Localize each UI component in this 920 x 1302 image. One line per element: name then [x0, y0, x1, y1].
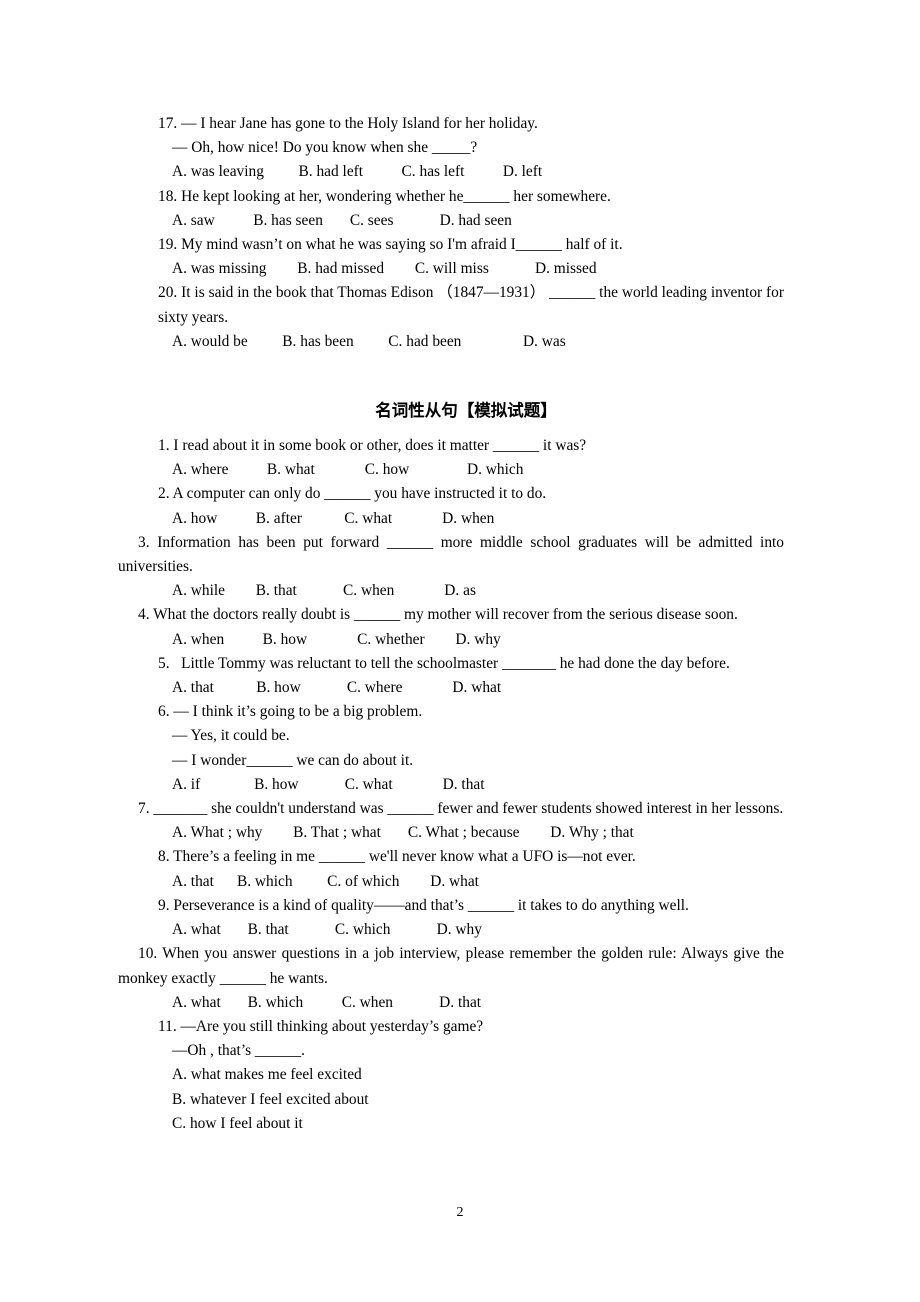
- question-17-continuation: — Oh, how nice! Do you know when she ___…: [172, 139, 478, 157]
- question-11-option-a: A. what makes me feel excited: [172, 1066, 362, 1084]
- question-11-continuation: —Oh , that’s ______.: [172, 1042, 305, 1060]
- question-1-stem: 1. I read about it in some book or other…: [158, 437, 587, 455]
- question-17-options: A. was leaving B. had left C. has left D…: [172, 163, 543, 181]
- question-11-option-b: B. whatever I feel excited about: [172, 1090, 369, 1108]
- question-2-options: A. how B. after C. what D. when: [172, 509, 495, 527]
- question-20-stem: 20. It is said in the book that Thomas E…: [158, 284, 788, 326]
- question-7-options: A. What ; why B. That ; what C. What ; b…: [172, 824, 634, 842]
- question-6-stem: 6. — I think it’s going to be a big prob…: [158, 703, 423, 721]
- question-4-options: A. when B. how C. whether D. why: [172, 630, 501, 648]
- heading-spacer-top: [138, 354, 784, 398]
- question-8-options: A. that B. which C. of which D. what: [172, 872, 479, 890]
- question-20-options: A. would be B. has been C. had been D. w…: [172, 332, 566, 350]
- question-6-options: A. if B. how C. what D. that: [172, 775, 485, 793]
- question-9-options: A. what B. that C. which D. why: [172, 921, 482, 939]
- question-3-options: A. while B. that C. when D. as: [172, 582, 476, 600]
- question-4-stem: 4. What the doctors really doubt is ____…: [138, 606, 738, 624]
- question-5-stem: 5. Little Tommy was reluctant to tell th…: [158, 654, 730, 672]
- question-18-stem: 18. He kept looking at her, wondering wh…: [158, 187, 611, 205]
- question-17-stem: 17. — I hear Jane has gone to the Holy I…: [158, 115, 538, 132]
- heading-spacer-bottom: [138, 424, 784, 434]
- question-6-continuation-2: — I wonder______ we can do about it.: [172, 751, 414, 769]
- question-8-stem: 8. There’s a feeling in me ______ we'll …: [158, 848, 636, 866]
- question-6-continuation-1: — Yes, it could be.: [172, 727, 290, 745]
- question-9-stem: 9. Perseverance is a kind of quality——an…: [158, 896, 689, 914]
- section-heading: 名词性从句【模拟试题】: [375, 401, 557, 421]
- document-body: 17. — I hear Jane has gone to the Holy I…: [118, 112, 788, 1136]
- question-5-options: A. that B. how C. where D. what: [172, 679, 502, 697]
- question-11-stem: 11. —Are you still thinking about yester…: [158, 1017, 484, 1035]
- question-10-stem: 10. When you answer questions in a job i…: [118, 945, 788, 987]
- question-7-stem: 7. _______ she couldn't understand was _…: [138, 800, 784, 818]
- question-19-stem: 19. My mind wasn’t on what he was saying…: [158, 236, 623, 254]
- document-page: 17. — I hear Jane has gone to the Holy I…: [0, 0, 920, 1302]
- question-2-stem: 2. A computer can only do ______ you hav…: [158, 485, 547, 503]
- question-1-options: A. where B. what C. how D. which: [172, 461, 524, 479]
- question-3-stem: 3. Information has been put forward ____…: [118, 533, 788, 576]
- question-18-options: A. saw B. has seen C. sees D. had seen: [172, 211, 512, 229]
- question-10-options: A. what B. which C. when D. that: [172, 993, 482, 1011]
- question-19-options: A. was missing B. had missed C. will mis…: [172, 260, 597, 278]
- question-11-option-c: C. how I feel about it: [172, 1114, 303, 1132]
- page-number: 2: [456, 1205, 464, 1220]
